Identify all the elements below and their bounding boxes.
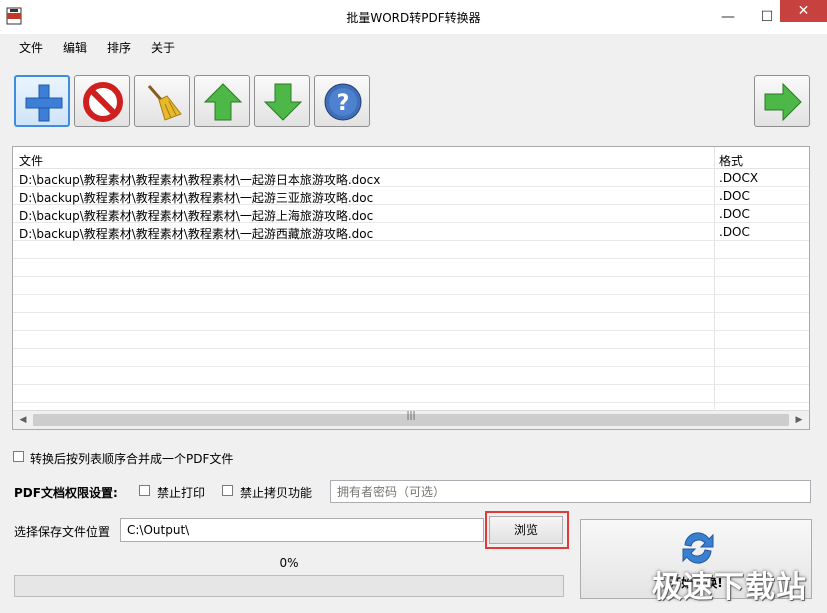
empty-row <box>13 313 809 331</box>
empty-row <box>13 385 809 403</box>
empty-row <box>13 295 809 313</box>
empty-row <box>13 241 809 259</box>
delete-button[interactable] <box>74 75 130 127</box>
output-path-field[interactable] <box>120 518 484 542</box>
scroll-thumb[interactable]: ||| <box>33 411 789 426</box>
format-cell: .DOC <box>719 189 750 203</box>
svg-text:?: ? <box>337 91 350 116</box>
table-row[interactable]: D:\backup\教程素材\教程素材\教程素材\一起游上海旅游攻略.doc .D… <box>13 205 809 223</box>
clear-button[interactable] <box>134 75 190 127</box>
file-path-cell: D:\backup\教程素材\教程素材\教程素材\一起游日本旅游攻略.docx <box>19 173 381 187</box>
progress-bar <box>14 575 564 597</box>
menu-bar: 文件 编辑 排序 关于 <box>0 34 827 58</box>
file-list[interactable]: 文件 格式 D:\backup\教程素材\教程素材\教程素材\一起游日本旅游攻略… <box>12 146 810 430</box>
empty-row <box>13 367 809 385</box>
menu-edit[interactable]: 编辑 <box>63 39 87 56</box>
move-up-button[interactable] <box>194 75 250 127</box>
file-path-cell: D:\backup\教程素材\教程素材\教程素材\一起游三亚旅游攻略.doc <box>19 191 374 205</box>
no-copy-label: 禁止拷贝功能 <box>240 486 313 500</box>
move-down-button[interactable] <box>254 75 310 127</box>
permissions-label: PDF文档权限设置: <box>14 486 118 500</box>
empty-row <box>13 349 809 367</box>
table-row[interactable]: D:\backup\教程素材\教程素材\教程素材\一起游三亚旅游攻略.doc .D… <box>13 187 809 205</box>
move-up-icon <box>203 83 243 121</box>
menu-file[interactable]: 文件 <box>19 39 43 56</box>
owner-password-input[interactable] <box>331 481 810 502</box>
no-copy-checkbox[interactable] <box>222 485 233 496</box>
output-path-input[interactable] <box>121 519 483 541</box>
browse-button[interactable]: 浏览 <box>489 516 563 544</box>
merge-checkbox[interactable] <box>13 451 24 462</box>
column-header-file[interactable]: 文件 <box>19 152 43 169</box>
minimize-button[interactable]: — <box>711 0 745 34</box>
watermark: 极速下载站 <box>652 570 807 605</box>
help-button[interactable]: ? <box>314 75 370 127</box>
table-row[interactable]: D:\backup\教程素材\教程素材\教程素材\一起游日本旅游攻略.docx.… <box>13 169 809 187</box>
format-cell: .DOC <box>719 225 750 239</box>
no-print-label: 禁止打印 <box>157 486 206 500</box>
move-down-icon <box>263 83 303 121</box>
file-list-header: 文件 格式 <box>13 147 809 169</box>
convert-arrow-icon <box>764 82 802 122</box>
file-path-cell: D:\backup\教程素材\教程素材\教程素材\一起游西藏旅游攻略.doc <box>19 227 374 241</box>
progress-percent: 0% <box>279 556 299 570</box>
add-button[interactable] <box>14 75 70 127</box>
menu-sort[interactable]: 排序 <box>107 39 131 56</box>
close-button[interactable]: ✕ <box>780 0 827 22</box>
output-label: 选择保存文件位置 <box>14 525 111 539</box>
convert-button[interactable] <box>754 75 810 127</box>
format-cell: .DOCX <box>719 171 759 185</box>
table-row[interactable]: D:\backup\教程素材\教程素材\教程素材\一起游西藏旅游攻略.doc .D… <box>13 223 809 241</box>
horizontal-scrollbar[interactable]: ◀ ||| ▶ <box>13 410 809 429</box>
format-cell: .DOC <box>719 207 750 221</box>
empty-row <box>13 331 809 349</box>
no-print-checkbox[interactable] <box>139 485 150 496</box>
maximize-button[interactable]: ☐ <box>750 0 784 34</box>
column-header-format[interactable]: 格式 <box>719 152 743 169</box>
help-icon: ? <box>324 83 362 121</box>
window-title: 批量WORD转PDF转换器 <box>346 11 481 25</box>
merge-label: 转换后按列表顺序合并成一个PDF文件 <box>30 452 234 466</box>
scroll-right-icon[interactable]: ▶ <box>791 413 807 427</box>
scroll-left-icon[interactable]: ◀ <box>15 413 31 427</box>
add-icon <box>25 84 63 122</box>
title-bar: 批量WORD转PDF转换器 — ☐ ✕ <box>0 0 827 34</box>
file-path-cell: D:\backup\教程素材\教程素材\教程素材\一起游上海旅游攻略.doc <box>19 209 374 223</box>
clear-broom-icon <box>147 85 182 121</box>
owner-password-field[interactable] <box>330 480 811 503</box>
empty-row <box>13 277 809 295</box>
menu-about[interactable]: 关于 <box>151 39 175 56</box>
empty-row <box>13 259 809 277</box>
delete-icon <box>83 82 123 122</box>
